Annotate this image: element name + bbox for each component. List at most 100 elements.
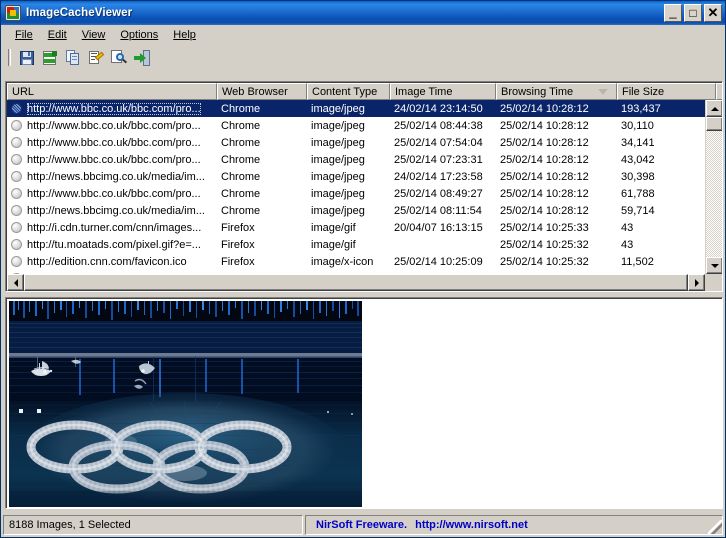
refresh-button[interactable] xyxy=(38,47,61,69)
column-header-web-browser-label: Web Browser xyxy=(222,86,288,98)
table-row[interactable]: http://news.bbcimg.co.uk/media/im...Chro… xyxy=(7,202,705,219)
table-row[interactable]: http://news.bbcimg.co.uk/media/im...Chro… xyxy=(7,168,705,185)
cell-web-browser: Chrome xyxy=(217,154,307,166)
cell-browsing-time: 25/02/14 10:25:32 xyxy=(496,239,617,251)
column-header-browsing-time-label: Browsing Time xyxy=(501,86,573,98)
column-header-content-type[interactable]: Content Type xyxy=(307,83,390,100)
status-nirsoft[interactable]: NirSoft Freeware. http://www.nirsoft.net xyxy=(305,515,723,535)
close-button[interactable]: ✕ xyxy=(704,4,722,22)
table-row[interactable]: http://www.bbc.co.uk/bbc.com/pro...Chrom… xyxy=(7,117,705,134)
cell-url-text: http://www.bbc.co.uk/bbc.com/pro... xyxy=(27,137,201,149)
cell-content-type: image/gif xyxy=(307,222,390,234)
cell-browsing-time: 25/02/14 10:28:12 xyxy=(496,171,617,183)
table-row[interactable]: http://www.bbc.co.uk/bbc.com/pro...Chrom… xyxy=(7,151,705,168)
menu-file-label: File xyxy=(15,29,33,41)
scroll-up-button[interactable] xyxy=(706,100,722,117)
list-horizontal-scrollbar[interactable] xyxy=(7,274,722,291)
copy-button[interactable] xyxy=(61,47,84,69)
cell-browsing-time: 25/02/14 10:25:33 xyxy=(496,222,617,234)
cell-file-size: 43 xyxy=(617,239,705,251)
cell-content-type: image/jpeg xyxy=(307,154,390,166)
cell-web-browser: Chrome xyxy=(217,103,307,115)
horizontal-scroll-thumb[interactable] xyxy=(24,274,688,291)
column-header-url-label: URL xyxy=(12,86,34,98)
cell-url: http://news.bbcimg.co.uk/media/im... xyxy=(7,205,217,217)
table-row[interactable]: http://tu.moatads.com/pixel.gif?e=...Fir… xyxy=(7,236,705,253)
column-header-web-browser[interactable]: Web Browser xyxy=(217,83,307,100)
scrollbar-corner xyxy=(705,274,722,291)
maximize-button[interactable]: □ xyxy=(684,4,702,22)
menu-help[interactable]: Help xyxy=(166,27,204,43)
list-vertical-scrollbar[interactable] xyxy=(705,100,722,274)
window-controls: _ □ ✕ xyxy=(664,4,723,22)
menu-file[interactable]: File xyxy=(8,27,41,43)
cell-image-time: 25/02/14 08:49:27 xyxy=(390,188,496,200)
toolbar xyxy=(1,45,725,70)
cell-browsing-time: 25/02/14 10:28:12 xyxy=(496,154,617,166)
cell-url: http://tu.moatads.com/pixel.gif?e=... xyxy=(7,239,217,251)
table-row[interactable]: http://www.bbc.co.uk/bbc.com/pro...Chrom… xyxy=(7,185,705,202)
cell-browsing-time: 25/02/14 10:28:12 xyxy=(496,205,617,217)
preview-image xyxy=(9,301,362,507)
sort-descending-icon xyxy=(598,89,608,95)
globe-icon xyxy=(11,222,22,233)
scroll-left-button[interactable] xyxy=(7,274,24,291)
cell-file-size: 30,110 xyxy=(617,120,705,132)
cell-url: http://i.cdn.turner.com/cnn/images... xyxy=(7,222,217,234)
cell-browsing-time: 25/02/14 10:28:12 xyxy=(496,137,617,149)
scroll-down-button[interactable] xyxy=(706,257,722,274)
table-row[interactable]: http://i.cdn.turner.com/cnn/images...Fir… xyxy=(7,219,705,236)
cell-url: http://www.bbc.co.uk/bbc.com/pro... xyxy=(7,120,217,132)
table-row[interactable]: http://edition.cnn.com/favicon.icoFirefo… xyxy=(7,253,705,270)
cell-web-browser: Chrome xyxy=(217,171,307,183)
image-cache-list[interactable]: URL Web Browser Content Type Image Time … xyxy=(5,81,723,292)
status-brand-label: NirSoft Freeware. xyxy=(316,519,407,531)
column-header-content-type-label: Content Type xyxy=(312,86,377,98)
column-header-file-size[interactable]: File Size xyxy=(617,83,716,100)
cell-content-type: image/jpeg xyxy=(307,188,390,200)
properties-icon xyxy=(88,50,104,66)
cell-url: http://www.bbc.co.uk/bbc.com/pro... xyxy=(7,154,217,166)
column-header-image-time[interactable]: Image Time xyxy=(390,83,496,100)
menu-edit[interactable]: Edit xyxy=(41,27,75,43)
status-count: 8188 Images, 1 Selected xyxy=(3,515,303,535)
cell-content-type: image/x-icon xyxy=(307,256,390,268)
table-row[interactable]: http://www.bbc.co.uk/bbc.com/pro...Chrom… xyxy=(7,134,705,151)
scroll-right-button[interactable] xyxy=(688,274,705,291)
cell-content-type: image/jpeg xyxy=(307,205,390,217)
column-header-url[interactable]: URL xyxy=(7,83,217,100)
save-selected-items-button[interactable] xyxy=(15,47,38,69)
minimize-button[interactable]: _ xyxy=(664,4,682,22)
cell-image-time: 20/04/07 16:13:15 xyxy=(390,222,496,234)
chevron-right-icon xyxy=(695,279,699,287)
exit-button[interactable] xyxy=(130,47,153,69)
cell-web-browser: Firefox xyxy=(217,222,307,234)
list-header: URL Web Browser Content Type Image Time … xyxy=(7,83,722,100)
column-header-browsing-time[interactable]: Browsing Time xyxy=(496,83,617,100)
find-button[interactable] xyxy=(107,47,130,69)
cell-file-size: 59,714 xyxy=(617,205,705,217)
list-rows[interactable]: http://www.bbc.co.uk/bbc.com/pro...Chrom… xyxy=(7,100,705,274)
column-header-filler xyxy=(716,83,722,100)
cell-image-time: 25/02/14 10:25:09 xyxy=(390,256,496,268)
cell-url-text: http://edition.cnn.com/favicon.ico xyxy=(27,256,187,268)
vertical-scroll-thumb[interactable] xyxy=(706,117,722,131)
properties-button[interactable] xyxy=(84,47,107,69)
menu-bar: File Edit View Options Help xyxy=(1,25,725,45)
menu-options[interactable]: Options xyxy=(113,27,166,43)
status-website-link[interactable]: http://www.nirsoft.net xyxy=(415,519,528,531)
image-cache-viewer-window: ImageCacheViewer _ □ ✕ File Edit View Op… xyxy=(0,0,726,538)
menu-help-label: Help xyxy=(173,29,196,41)
title-bar: ImageCacheViewer _ □ ✕ xyxy=(1,1,725,25)
menu-view[interactable]: View xyxy=(75,27,114,43)
globe-icon xyxy=(11,188,22,199)
cell-file-size: 43,042 xyxy=(617,154,705,166)
cell-url-text: http://tu.moatads.com/pixel.gif?e=... xyxy=(27,239,201,251)
cell-file-size: 11,502 xyxy=(617,256,705,268)
cell-image-time: 25/02/14 07:23:31 xyxy=(390,154,496,166)
cell-url: http://edition.cnn.com/favicon.ico xyxy=(7,256,217,268)
cell-browsing-time: 25/02/14 10:28:12 xyxy=(496,103,617,115)
cell-web-browser: Chrome xyxy=(217,120,307,132)
status-bar: 8188 Images, 1 Selected NirSoft Freeware… xyxy=(3,515,723,535)
table-row[interactable]: http://www.bbc.co.uk/bbc.com/pro...Chrom… xyxy=(7,100,705,117)
